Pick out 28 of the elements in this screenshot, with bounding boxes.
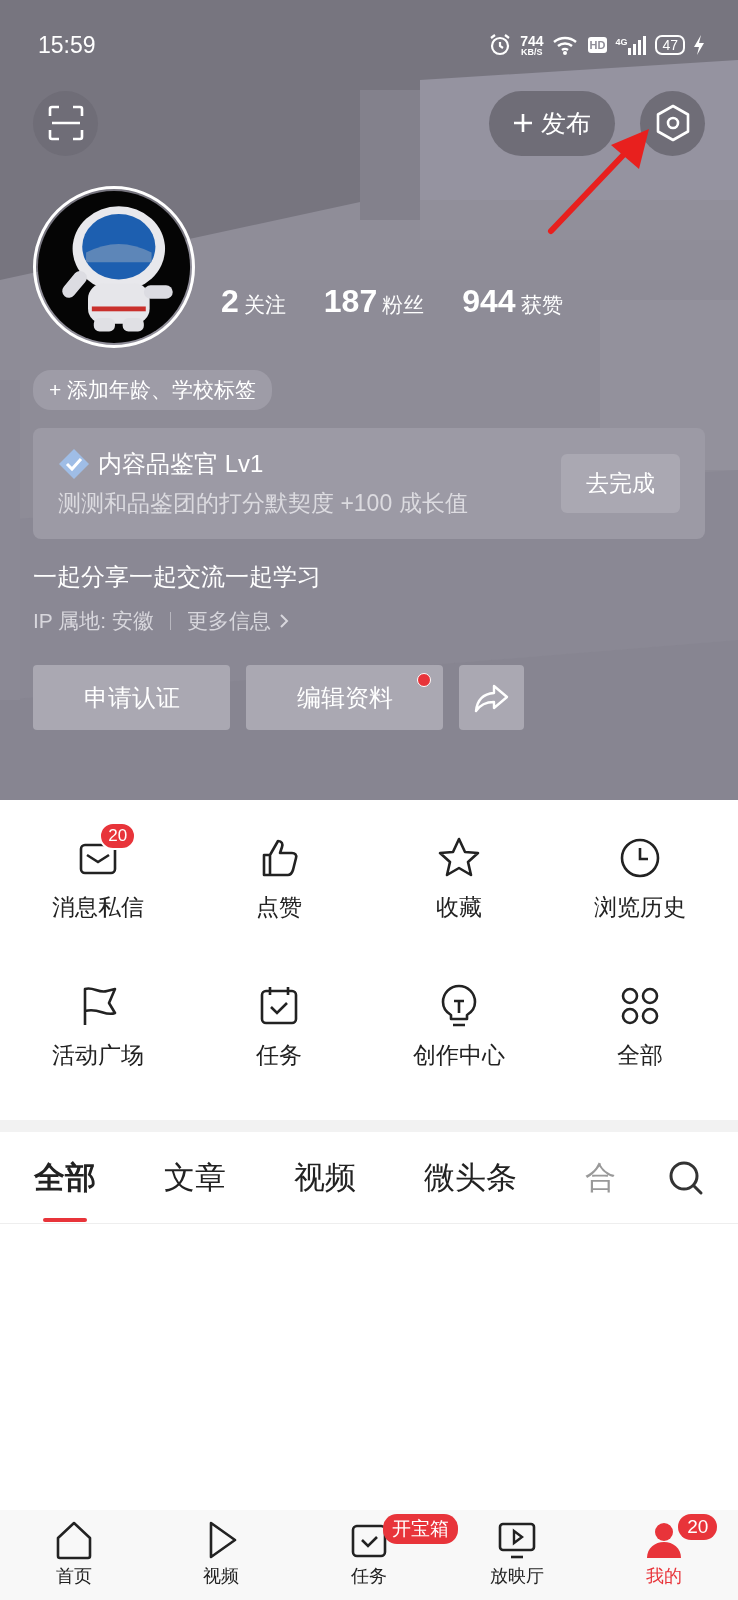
nav-tab[interactable]: 首页 — [47, 1510, 100, 1600]
shortcut-label: 消息私信 — [52, 893, 145, 922]
content-tab[interactable]: 视频 — [294, 1131, 356, 1224]
content-tab[interactable]: 文章 — [164, 1131, 226, 1224]
shortcut-label: 全部 — [616, 1041, 663, 1070]
content-tab[interactable]: 全部 — [34, 1131, 96, 1224]
shortcut-label: 收藏 — [436, 893, 483, 922]
shortcut-item[interactable]: 20 消息私信 — [8, 824, 189, 952]
shortcut-item[interactable]: 活动广场 — [8, 972, 189, 1100]
search-icon[interactable] — [668, 1159, 704, 1196]
shortcut-item[interactable]: 浏览历史 — [549, 824, 730, 952]
shortcut-label: 点赞 — [255, 893, 302, 922]
shortcut-item[interactable]: 全部 — [549, 972, 730, 1100]
shortcut-item[interactable]: 收藏 — [369, 824, 550, 952]
nav-badge: 20 — [678, 1514, 718, 1540]
shortcut-label: 活动广场 — [52, 1041, 145, 1070]
shortcut-label: 浏览历史 — [593, 893, 686, 922]
shortcut-item[interactable]: 创作中心 — [369, 972, 550, 1100]
content-tab[interactable]: 微头条 — [424, 1131, 517, 1224]
tv-play-icon — [496, 1520, 537, 1560]
nav-tab[interactable]: 放映厅 — [483, 1510, 550, 1600]
nav-tab[interactable]: 视频 — [195, 1510, 248, 1600]
shortcut-label: 任务 — [255, 1041, 302, 1070]
nav-badge: 开宝箱 — [383, 1514, 458, 1544]
count-badge: 20 — [99, 822, 137, 850]
shortcut-item[interactable]: 点赞 — [188, 824, 369, 952]
shortcut-label: 创作中心 — [413, 1041, 506, 1070]
shortcut-item[interactable]: 任务 — [188, 972, 369, 1100]
